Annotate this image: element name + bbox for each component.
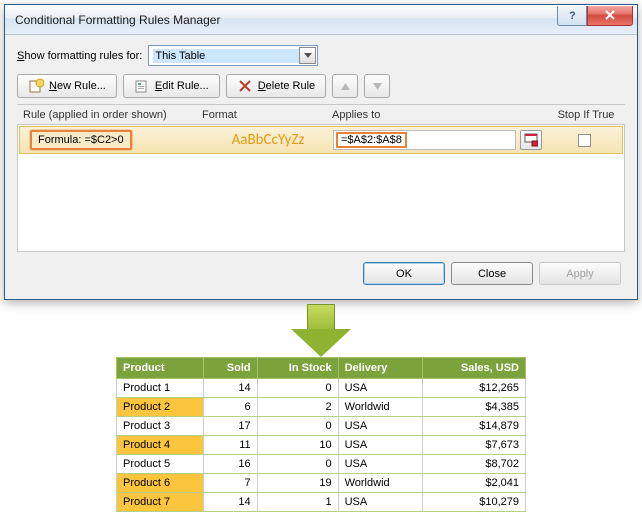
table-cell[interactable]: $4,385 (422, 398, 525, 417)
apply-button[interactable]: Apply (539, 262, 621, 285)
table-cell[interactable]: 14 (204, 493, 257, 512)
table-cell[interactable]: 16 (204, 455, 257, 474)
rule-row[interactable]: Formula: =$C2>0 AaBbCcYyZz =$A$2:$A$8 (19, 126, 623, 154)
table-cell[interactable]: USA (338, 379, 422, 398)
table-cell[interactable]: Product 3 (117, 417, 204, 436)
delete-icon (237, 78, 253, 94)
table-cell[interactable]: $14,879 (422, 417, 525, 436)
table-cell[interactable]: 7 (204, 474, 257, 493)
col-applies-header: Applies to (332, 109, 547, 121)
table-row[interactable]: Product 5160USA$8,702 (117, 455, 526, 474)
window-buttons: ? (557, 6, 637, 26)
rule-stop-cell (546, 127, 622, 153)
table-cell[interactable]: 14 (204, 379, 257, 398)
rule-applies-cell: =$A$2:$A$8 (333, 127, 546, 153)
col-rule-header: Rule (applied in order shown) (17, 109, 202, 121)
table-cell[interactable]: Product 4 (117, 436, 204, 455)
down-arrow-icon (291, 304, 351, 359)
show-rules-label: Show formatting rules for: (17, 50, 142, 62)
arrow-graphic (0, 304, 642, 359)
rules-list[interactable]: Formula: =$C2>0 AaBbCcYyZz =$A$2:$A$8 (17, 124, 625, 252)
table-cell[interactable]: 19 (257, 474, 338, 493)
table-cell[interactable]: USA (338, 417, 422, 436)
table-cell[interactable]: $7,673 (422, 436, 525, 455)
rule-format-preview: AaBbCcYyZz (203, 127, 333, 153)
col-stop-header: Stop If True (547, 109, 625, 121)
chevron-down-icon[interactable] (299, 47, 316, 64)
toolbar: New Rule... Edit Rule... Delete Rule (17, 74, 625, 98)
table-cell[interactable]: 11 (204, 436, 257, 455)
table-cell[interactable]: USA (338, 455, 422, 474)
new-rule-button[interactable]: New Rule... (17, 74, 117, 98)
rule-description-cell: Formula: =$C2>0 (20, 127, 203, 153)
table-cell[interactable]: 10 (257, 436, 338, 455)
table-cell[interactable]: 0 (257, 379, 338, 398)
scope-select[interactable]: This Table (148, 45, 318, 66)
table-cell[interactable]: $2,041 (422, 474, 525, 493)
dialog-title: Conditional Formatting Rules Manager (15, 13, 557, 27)
table-cell[interactable]: Product 6 (117, 474, 204, 493)
table-header[interactable]: Product (117, 358, 204, 379)
scope-select-value: This Table (153, 49, 313, 63)
table-cell[interactable]: Worldwid (338, 398, 422, 417)
table-row[interactable]: Product 3170USA$14,879 (117, 417, 526, 436)
close-button[interactable] (587, 6, 633, 26)
table-row[interactable]: Product 1140USA$12,265 (117, 379, 526, 398)
table-row[interactable]: Product 6719Worldwid$2,041 (117, 474, 526, 493)
new-rule-icon (28, 78, 44, 94)
close-dialog-button[interactable]: Close (451, 262, 533, 285)
edit-rule-button[interactable]: Edit Rule... (123, 74, 220, 98)
table-cell[interactable]: USA (338, 436, 422, 455)
column-headers: Rule (applied in order shown) Format App… (17, 105, 625, 124)
svg-text:?: ? (569, 10, 576, 21)
table-cell[interactable]: 2 (257, 398, 338, 417)
move-up-button[interactable] (332, 74, 358, 98)
spreadsheet-table: ProductSoldIn StockDeliverySales, USD Pr… (116, 357, 526, 512)
table-cell[interactable]: 6 (204, 398, 257, 417)
rule-formula: Formula: =$C2>0 (30, 130, 132, 150)
table-cell[interactable]: Product 5 (117, 455, 204, 474)
dialog-buttons: OK Close Apply (17, 252, 625, 287)
dialog-body: Show formatting rules for: This Table Ne… (5, 35, 637, 299)
col-format-header: Format (202, 109, 332, 121)
table-cell[interactable]: $8,702 (422, 455, 525, 474)
table-row[interactable]: Product 262Worldwid$4,385 (117, 398, 526, 417)
table-cell[interactable]: 1 (257, 493, 338, 512)
table-cell[interactable]: USA (338, 493, 422, 512)
delete-rule-button[interactable]: Delete Rule (226, 74, 327, 98)
table-cell[interactable]: Product 7 (117, 493, 204, 512)
table-cell[interactable]: Product 1 (117, 379, 204, 398)
table-header[interactable]: Delivery (338, 358, 422, 379)
table-header[interactable]: In Stock (257, 358, 338, 379)
table-cell[interactable]: Worldwid (338, 474, 422, 493)
table-header[interactable]: Sold (204, 358, 257, 379)
titlebar[interactable]: Conditional Formatting Rules Manager ? (5, 5, 637, 35)
table-header[interactable]: Sales, USD (422, 358, 525, 379)
applies-to-input[interactable]: =$A$2:$A$8 (333, 130, 516, 150)
result-table: ProductSoldIn StockDeliverySales, USD Pr… (116, 357, 526, 512)
applies-to-value: =$A$2:$A$8 (336, 132, 407, 148)
table-cell[interactable]: 17 (204, 417, 257, 436)
table-row[interactable]: Product 41110USA$7,673 (117, 436, 526, 455)
edit-rule-icon (134, 78, 150, 94)
range-picker-button[interactable] (520, 130, 542, 150)
table-cell[interactable]: Product 2 (117, 398, 204, 417)
help-button[interactable]: ? (557, 6, 587, 26)
table-cell[interactable]: 0 (257, 455, 338, 474)
table-row[interactable]: Product 7141USA$10,279 (117, 493, 526, 512)
table-cell[interactable]: 0 (257, 417, 338, 436)
ok-button[interactable]: OK (363, 262, 445, 285)
table-cell[interactable]: $10,279 (422, 493, 525, 512)
rules-manager-dialog: Conditional Formatting Rules Manager ? S… (4, 4, 638, 300)
stop-if-true-checkbox[interactable] (578, 134, 591, 147)
move-down-button[interactable] (364, 74, 390, 98)
table-cell[interactable]: $12,265 (422, 379, 525, 398)
